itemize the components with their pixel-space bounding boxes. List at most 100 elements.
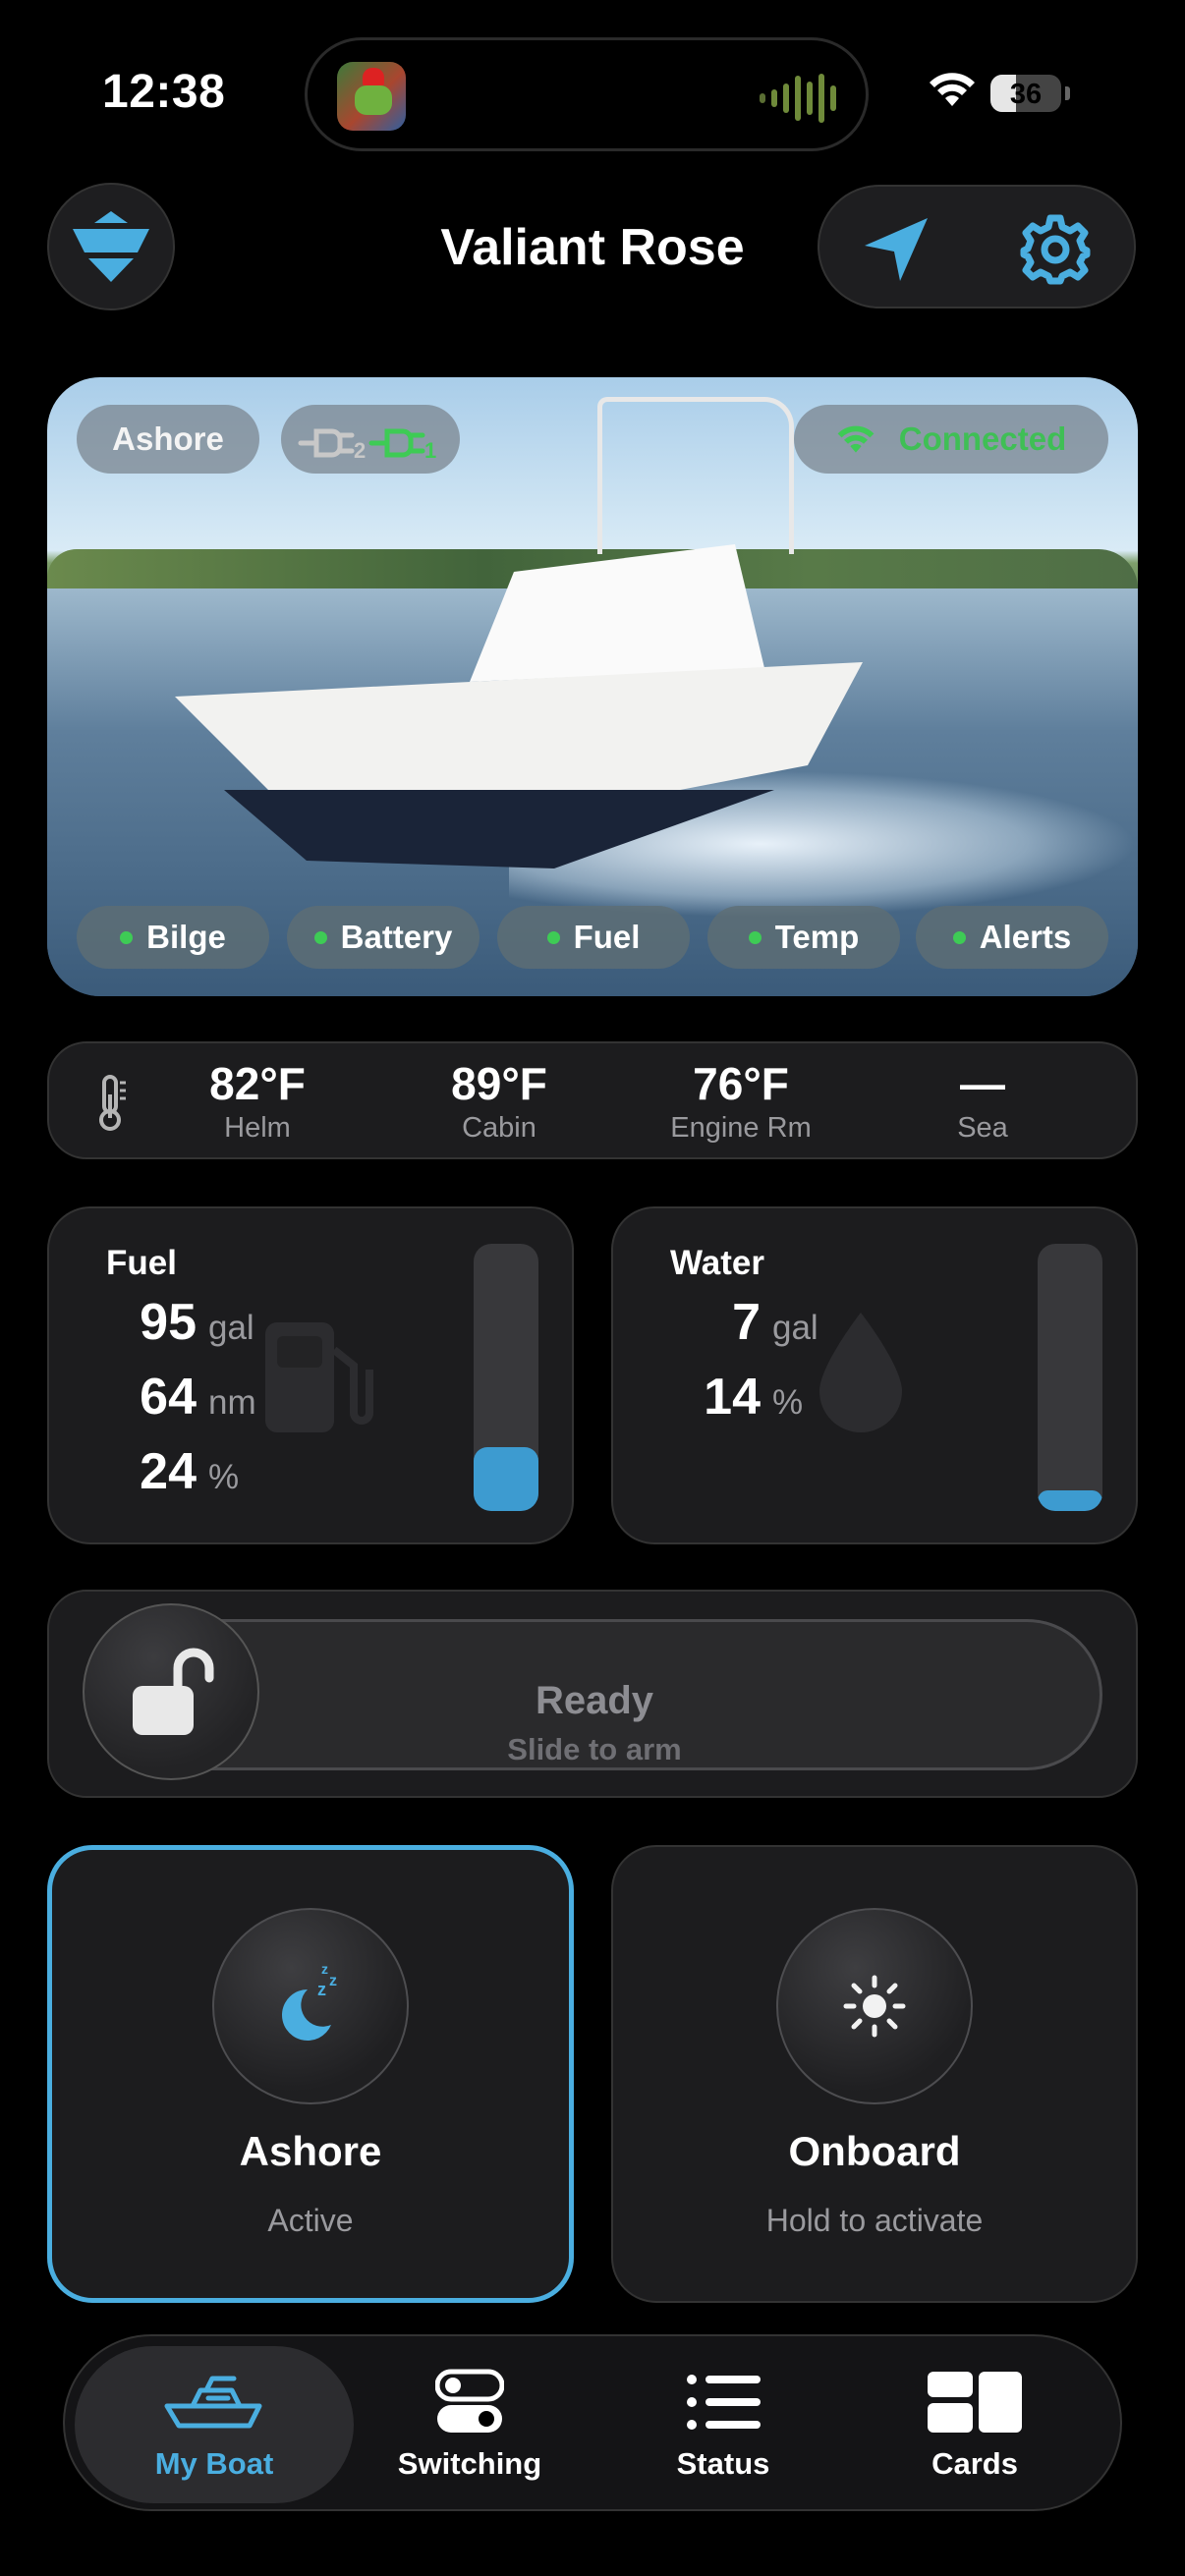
temp-label: Cabin [462,1112,536,1144]
fuel-unit: nm [208,1383,256,1422]
mode-name: Onboard [788,2128,961,2174]
water-card[interactable]: Water 7 gal 14% [611,1206,1138,1544]
tab-label: Switching [397,2446,542,2481]
header-actions [818,185,1136,308]
water-percent: 14% [613,1368,803,1427]
water-gallons: 7 gal [613,1293,818,1352]
ashore-mode-button[interactable]: z z z [212,1908,409,2104]
indicator-fuel[interactable]: Fuel [497,906,690,969]
settings-button[interactable] [1016,210,1095,289]
mode-chip: Ashore [77,405,259,474]
connection-status-text: Connected [898,420,1067,457]
shore-power-count-left: 2 [354,438,367,463]
fuel-gallons: 95 gal [49,1293,254,1352]
fuel-card[interactable]: Fuel 95 gal 64 nm 24% [47,1206,574,1544]
temp-label: Engine Rm [670,1112,812,1144]
indicator-label: Bilge [146,919,226,955]
tab-label: Cards [931,2446,1018,2481]
location-arrow-icon [865,218,928,281]
status-dot [952,930,966,944]
battery-indicator: 36 [990,75,1061,112]
shore-power-chip: 2 1 [281,405,460,474]
fuel-title: Fuel [106,1244,177,1282]
temp-engine-room: 76°F Engine Rm [643,1057,839,1145]
mode-name: Ashore [239,2128,382,2174]
tab-my-boat[interactable]: My Boat [75,2346,354,2503]
svg-text:z: z [329,1973,337,1989]
gear-icon [1020,214,1091,285]
fuel-value: 24 [140,1443,197,1500]
temp-value: 76°F [693,1058,789,1109]
indicator-bilge[interactable]: Bilge [77,906,269,969]
svg-text:z: z [317,1980,326,1999]
status-dot [313,930,327,944]
temp-helm: 82°F Helm [159,1057,356,1145]
mode-ashore-card[interactable]: z z z Ashore Active [47,1845,574,2303]
tab-label: Status [676,2446,770,2481]
fuel-unit: gal [208,1309,254,1347]
temperature-strip[interactable]: 82°F Helm 89°F Cabin 76°F Engine Rm — Sea [47,1041,1138,1159]
fuel-level-gauge [474,1244,538,1511]
list-icon [687,2375,761,2430]
boat-icon [164,2376,262,2429]
boat-photo-card[interactable]: Ashore 2 1 Connected Bilge Battery Fuel … [47,377,1138,996]
wifi-icon [930,73,975,106]
tab-label: My Boat [154,2446,274,2481]
status-dot [546,930,560,944]
water-value: 14 [704,1369,761,1426]
fuel-value: 64 [140,1369,197,1426]
temp-label: Helm [224,1112,291,1144]
indicator-label: Fuel [573,919,641,955]
fuel-level-fill [474,1446,538,1511]
tab-switching[interactable]: Switching [330,2346,609,2503]
arm-slider-handle[interactable] [83,1603,259,1780]
navigate-button[interactable] [857,210,935,289]
connection-status-chip: Connected [794,405,1108,474]
status-dot [748,930,762,944]
tower-graphic [597,397,794,554]
fuel-unit: % [208,1458,240,1496]
mode-state: Hold to activate [765,2203,984,2238]
indicator-label: Battery [340,919,453,955]
sun-icon [843,1975,906,2038]
moon-sleep-icon: z z z [282,1962,337,2041]
tab-status[interactable]: Status [584,2346,863,2503]
temp-value: 89°F [451,1058,547,1109]
water-title: Water [670,1244,764,1282]
status-time: 12:38 [102,66,226,118]
arm-slider-card: Ready Slide to arm [47,1590,1138,1798]
dynamic-island[interactable] [305,37,869,151]
status-dot [120,930,134,944]
water-unit: % [772,1383,804,1422]
thermometer-icon [99,1075,126,1131]
svg-text:z: z [321,1962,328,1977]
unlocked-padlock-icon [133,1648,214,1735]
tab-cards[interactable]: Cards [835,2346,1114,2503]
wifi-connected-icon [837,425,875,453]
indicator-label: Alerts [979,919,1072,955]
temp-value: — [960,1058,1005,1109]
indicator-label: Temp [774,919,860,955]
indicator-temp[interactable]: Temp [707,906,900,969]
fuel-range: 64 nm [49,1368,256,1427]
battery-nub [1065,86,1070,100]
fuel-pump-icon [265,1322,373,1432]
indicator-battery[interactable]: Battery [287,906,480,969]
tab-bar: My Boat Switching Status Cards [63,2334,1122,2511]
shore-power-count-right: 1 [424,438,437,463]
fuel-value: 95 [140,1294,197,1351]
water-unit: gal [772,1309,818,1347]
mode-onboard-card[interactable]: Onboard Hold to activate [611,1845,1138,2303]
indicator-alerts[interactable]: Alerts [916,906,1108,969]
mode-state: Active [267,2203,354,2238]
fuel-percent: 24% [49,1442,239,1501]
water-value: 7 [732,1294,761,1351]
temp-sea: — Sea [884,1057,1081,1145]
toggle-switches-icon [435,2369,504,2433]
shore-power-plug-icon [298,428,425,458]
battery-level: 36 [1009,79,1043,110]
onboard-mode-button[interactable] [776,1908,973,2104]
temp-value: 82°F [209,1058,306,1109]
water-level-fill [1038,1490,1102,1511]
temp-label: Sea [957,1112,1008,1144]
